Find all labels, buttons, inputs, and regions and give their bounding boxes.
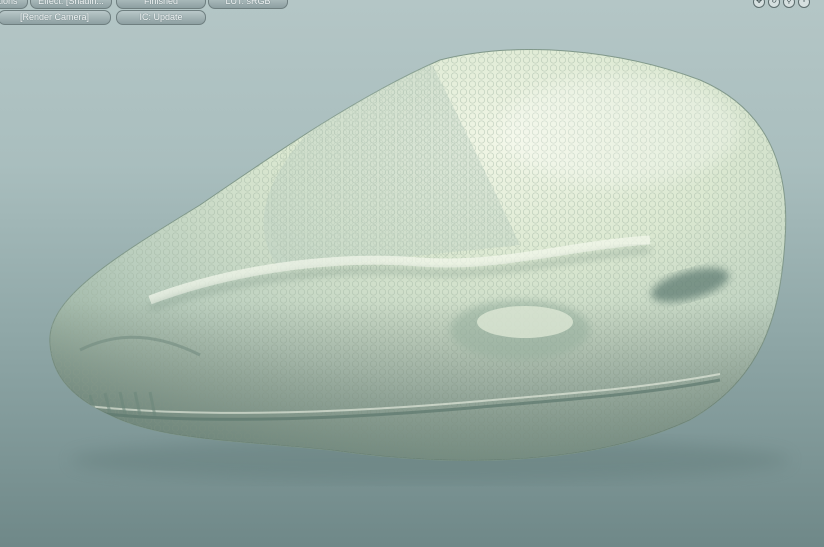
render-viewport[interactable]: tions Effect: [Shadin... Finished LUT: s…: [0, 0, 824, 547]
frame-icon[interactable]: ▫: [798, 0, 810, 8]
zoom-icon[interactable]: ⚲: [783, 0, 795, 8]
finished-button[interactable]: Finished: [116, 0, 206, 9]
render-camera-button[interactable]: [Render Camera]: [0, 10, 111, 25]
sculpt-model[interactable]: [0, 0, 824, 547]
effect-shading-button[interactable]: Effect: [Shadin...: [30, 0, 112, 9]
ic-update-button[interactable]: IC: Update: [116, 10, 206, 25]
navigation-icons: ✥ ↻ ⚲ ▫: [753, 0, 810, 8]
rotate-icon[interactable]: ↻: [768, 0, 780, 8]
options-button[interactable]: tions: [0, 0, 28, 9]
move-icon[interactable]: ✥: [753, 0, 765, 8]
lut-button[interactable]: LUT: sRGB: [208, 0, 288, 9]
